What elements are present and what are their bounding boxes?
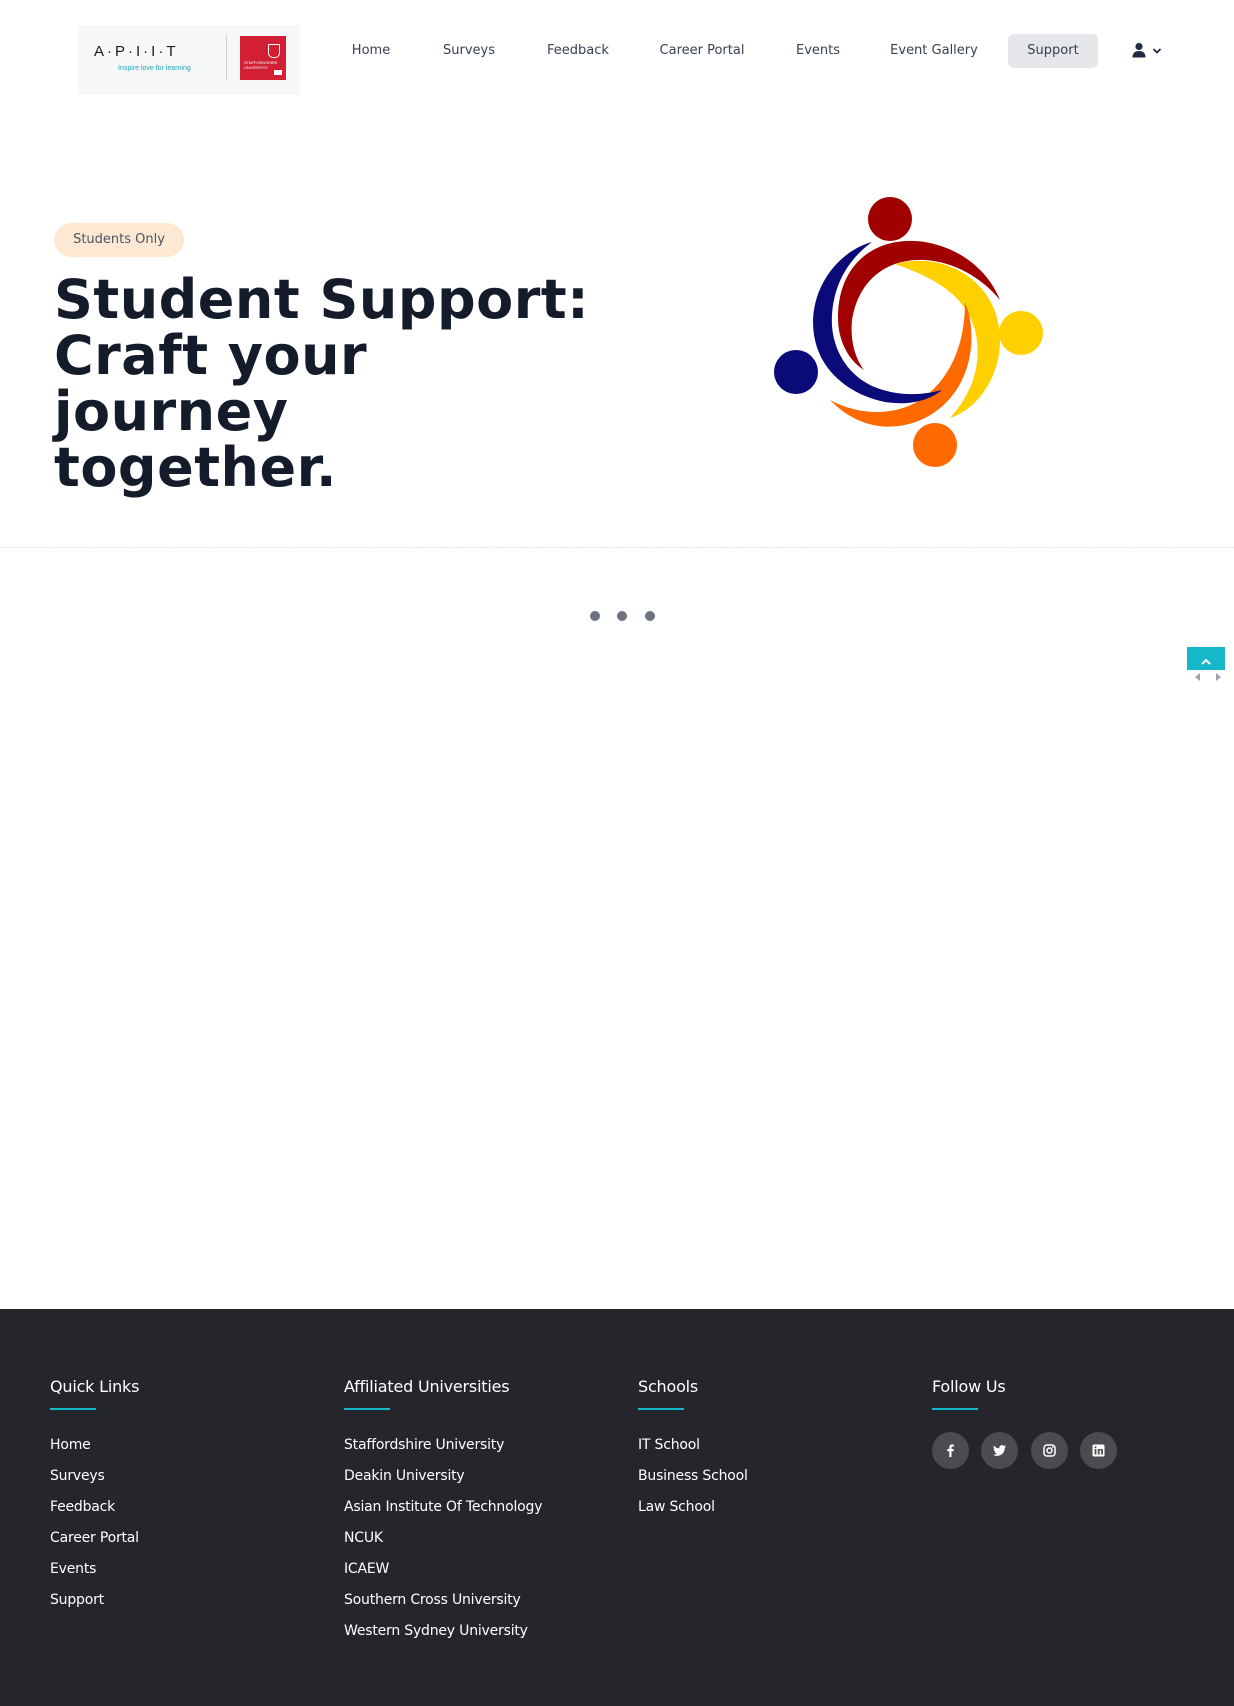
- footer-link-university[interactable]: NCUK: [344, 1523, 542, 1554]
- heading-underline: [932, 1408, 978, 1410]
- nav-surveys[interactable]: Surveys: [436, 34, 502, 68]
- footer-quick-links: Quick Links Home Surveys Feedback Career…: [50, 1377, 139, 1616]
- nav-event-gallery[interactable]: Event Gallery: [886, 34, 982, 68]
- chevron-down-icon: [1152, 48, 1162, 54]
- instagram-icon: [1043, 1444, 1056, 1457]
- twitter-icon: [993, 1445, 1006, 1456]
- footer-link-career-portal[interactable]: Career Portal: [50, 1523, 139, 1554]
- students-only-badge: Students Only: [54, 223, 184, 257]
- person-navy: [774, 350, 818, 394]
- scroll-to-top-button[interactable]: [1187, 647, 1225, 670]
- footer-link-university[interactable]: Southern Cross University: [344, 1585, 542, 1616]
- partner-text: STAFFORDSHIRE UNIVERSITY: [244, 60, 278, 70]
- heading-underline: [50, 1408, 96, 1410]
- footer-heading: Follow Us: [932, 1377, 1006, 1396]
- nav-feedback[interactable]: Feedback: [540, 34, 616, 68]
- nav-events[interactable]: Events: [790, 34, 846, 68]
- footer-link-surveys[interactable]: Surveys: [50, 1461, 139, 1492]
- linkedin-button[interactable]: [1080, 1432, 1117, 1469]
- logo-brand-text: A·P·I·I·T: [94, 43, 179, 60]
- footer-link-feedback[interactable]: Feedback: [50, 1492, 139, 1523]
- arrow-right-icon: [1216, 673, 1221, 681]
- arrow-left-icon: [1195, 673, 1200, 681]
- logo-divider: [226, 35, 227, 81]
- site-header: A·P·I·I·T Inspire love for learning STAF…: [0, 0, 1234, 100]
- footer-link-home[interactable]: Home: [50, 1430, 139, 1461]
- facebook-button[interactable]: [932, 1432, 969, 1469]
- footer-link-school[interactable]: IT School: [638, 1430, 748, 1461]
- person-yellow: [999, 311, 1043, 355]
- person-orange: [913, 423, 957, 467]
- footer-link-university[interactable]: Staffordshire University: [344, 1430, 542, 1461]
- footer-link-school[interactable]: Business School: [638, 1461, 748, 1492]
- footer-link-university[interactable]: Asian Institute Of Technology: [344, 1492, 542, 1523]
- section-divider: [0, 547, 1234, 548]
- user-icon: [1132, 42, 1146, 58]
- linkedin-icon: [1092, 1444, 1105, 1457]
- nav-support[interactable]: Support: [1008, 34, 1098, 68]
- chevron-up-icon: [1201, 658, 1211, 665]
- footer-affiliated-universities: Affiliated Universities Staffordshire Un…: [344, 1377, 542, 1647]
- footer-link-university[interactable]: Deakin University: [344, 1461, 542, 1492]
- twitter-button[interactable]: [981, 1432, 1018, 1469]
- hero-title: Student Support: Craft your journey toge…: [54, 272, 614, 496]
- heading-underline: [638, 1408, 684, 1410]
- footer-link-events[interactable]: Events: [50, 1554, 139, 1585]
- footer-link-school[interactable]: Law School: [638, 1492, 748, 1523]
- logo-bar: [274, 70, 282, 75]
- footer-schools: Schools IT School Business School Law Sc…: [638, 1377, 748, 1523]
- loading-dot: [617, 611, 627, 621]
- logo-tagline: Inspire love for learning: [118, 65, 191, 72]
- loading-dot: [645, 611, 655, 621]
- footer-heading: Schools: [638, 1377, 699, 1396]
- person-red: [868, 197, 912, 241]
- footer-link-university[interactable]: Western Sydney University: [344, 1616, 542, 1647]
- community-illustration: [774, 197, 1043, 467]
- hero-title-line: Student Support:: [54, 268, 590, 331]
- heading-underline: [344, 1408, 390, 1410]
- apiit-logo[interactable]: A·P·I·I·T Inspire love for learning STAF…: [78, 25, 300, 95]
- site-footer: Quick Links Home Surveys Feedback Career…: [0, 1309, 1234, 1706]
- footer-heading: Affiliated Universities: [344, 1377, 510, 1396]
- widget-arrows[interactable]: [1193, 672, 1223, 682]
- nav-career-portal[interactable]: Career Portal: [655, 34, 749, 68]
- facebook-icon: [947, 1444, 954, 1457]
- hero-title-line: Craft your journey: [54, 324, 368, 443]
- loading-dot: [590, 611, 600, 621]
- footer-link-university[interactable]: ICAEW: [344, 1554, 542, 1585]
- user-menu[interactable]: [1130, 40, 1170, 64]
- nav-home[interactable]: Home: [340, 34, 402, 68]
- footer-follow-us: Follow Us: [932, 1377, 1006, 1410]
- instagram-button[interactable]: [1031, 1432, 1068, 1469]
- footer-heading: Quick Links: [50, 1377, 140, 1396]
- footer-link-support[interactable]: Support: [50, 1585, 139, 1616]
- hero-title-line: together.: [54, 436, 338, 499]
- crest-icon: [268, 44, 280, 58]
- loading-dots: [590, 611, 660, 623]
- staffordshire-logo: STAFFORDSHIRE UNIVERSITY: [240, 36, 286, 80]
